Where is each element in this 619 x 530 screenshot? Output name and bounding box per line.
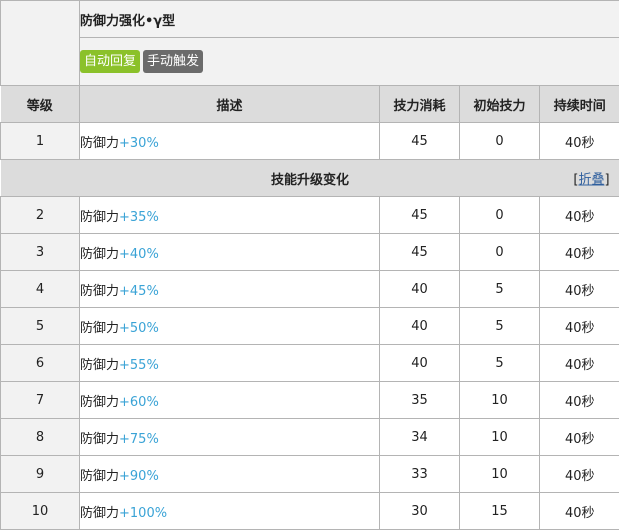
upgrade-section-title: 技能升级变化 [271, 172, 350, 188]
sp-cost-cell: 40 [379, 344, 460, 382]
skill-table: 防御力强化•γ型 自动回复 手动触发 等级 描述 技力消耗 初始技力 持续时间 1… [0, 0, 619, 530]
description-cell: 防御力+40% [79, 233, 380, 271]
description-prefix: 防御力 [80, 320, 120, 336]
description-prefix: 防御力 [80, 505, 120, 521]
corner-cell [0, 0, 80, 86]
initial-sp-cell: 5 [459, 307, 540, 345]
description-cell: 防御力+55% [79, 344, 380, 382]
description-cell: 防御力+100% [79, 492, 380, 530]
description-prefix: 防御力 [80, 431, 120, 447]
sp-cost-cell: 30 [379, 492, 460, 530]
sp-cost-cell: 40 [379, 270, 460, 308]
skill-tags: 自动回复 手动触发 [78, 37, 619, 86]
level-cell: 2 [0, 196, 80, 234]
description-prefix: 防御力 [80, 135, 120, 151]
sp-cost-cell: 40 [379, 307, 460, 345]
initial-sp-cell: 10 [459, 381, 540, 419]
initial-sp-cell: 10 [459, 455, 540, 493]
table-row: 10 防御力+100% 30 15 40秒 [0, 492, 619, 530]
description-value: +35% [119, 209, 159, 225]
skill-name: 防御力强化•γ型 [78, 0, 619, 38]
table-row: 5 防御力+50% 40 5 40秒 [0, 307, 619, 345]
column-header-initial-sp: 初始技力 [459, 85, 540, 123]
duration-cell: 40秒 [538, 344, 619, 382]
duration-cell: 40秒 [538, 122, 619, 160]
description-prefix: 防御力 [80, 468, 120, 484]
level-cell: 3 [0, 233, 80, 271]
initial-sp-cell: 15 [459, 492, 540, 530]
duration-cell: 40秒 [538, 270, 619, 308]
column-header-description: 描述 [79, 85, 380, 123]
table-row: 1 防御力+30% 45 0 40秒 [0, 122, 619, 160]
description-cell: 防御力+30% [79, 122, 380, 160]
duration-cell: 40秒 [538, 381, 619, 419]
table-row: 4 防御力+45% 40 5 40秒 [0, 270, 619, 308]
fold-bracket-close: ] [604, 172, 610, 188]
manual-trigger-tag: 手动触发 [143, 50, 204, 73]
auto-recovery-tag: 自动回复 [80, 50, 141, 73]
table-row: 9 防御力+90% 33 10 40秒 [0, 455, 619, 493]
sp-cost-cell: 35 [379, 381, 460, 419]
description-prefix: 防御力 [80, 246, 120, 262]
description-prefix: 防御力 [80, 357, 120, 373]
initial-sp-cell: 0 [459, 122, 540, 160]
sp-cost-cell: 45 [379, 122, 460, 160]
fold-control: [折叠] [573, 169, 609, 188]
description-cell: 防御力+35% [79, 196, 380, 234]
description-value: +30% [119, 135, 159, 151]
column-header-row: 等级 描述 技力消耗 初始技力 持续时间 [0, 85, 619, 123]
description-value: +100% [119, 505, 168, 521]
duration-cell: 40秒 [538, 418, 619, 456]
column-header-level: 等级 [0, 85, 80, 123]
description-value: +40% [119, 246, 159, 262]
sp-cost-cell: 33 [379, 455, 460, 493]
upgrade-section-cell: 技能升级变化 [折叠] [0, 159, 619, 197]
duration-cell: 40秒 [538, 233, 619, 271]
description-cell: 防御力+90% [79, 455, 380, 493]
duration-cell: 40秒 [538, 455, 619, 493]
initial-sp-cell: 5 [459, 270, 540, 308]
fold-link[interactable]: 折叠 [578, 173, 604, 188]
level-cell: 10 [0, 492, 80, 530]
table-row: 7 防御力+60% 35 10 40秒 [0, 381, 619, 419]
description-value: +75% [119, 431, 159, 447]
description-value: +45% [119, 283, 159, 299]
description-value: +55% [119, 357, 159, 373]
description-value: +60% [119, 394, 159, 410]
table-row: 6 防御力+55% 40 5 40秒 [0, 344, 619, 382]
description-prefix: 防御力 [80, 394, 120, 410]
initial-sp-cell: 0 [459, 196, 540, 234]
description-value: +90% [119, 468, 159, 484]
description-cell: 防御力+50% [79, 307, 380, 345]
initial-sp-cell: 10 [459, 418, 540, 456]
table-row: 3 防御力+40% 45 0 40秒 [0, 233, 619, 271]
level-cell: 7 [0, 381, 80, 419]
column-header-sp-cost: 技力消耗 [379, 85, 460, 123]
column-header-duration: 持续时间 [538, 85, 619, 123]
description-cell: 防御力+45% [79, 270, 380, 308]
description-cell: 防御力+60% [79, 381, 380, 419]
duration-cell: 40秒 [538, 492, 619, 530]
initial-sp-cell: 0 [459, 233, 540, 271]
table-row: 2 防御力+35% 45 0 40秒 [0, 196, 619, 234]
level-cell: 6 [0, 344, 80, 382]
duration-cell: 40秒 [538, 196, 619, 234]
description-value: +50% [119, 320, 159, 336]
description-prefix: 防御力 [80, 209, 120, 225]
level-cell: 8 [0, 418, 80, 456]
sp-cost-cell: 34 [379, 418, 460, 456]
sp-cost-cell: 45 [379, 233, 460, 271]
initial-sp-cell: 5 [459, 344, 540, 382]
description-prefix: 防御力 [80, 283, 120, 299]
upgrade-section-header: 技能升级变化 [折叠] [0, 159, 619, 197]
table-row: 8 防御力+75% 34 10 40秒 [0, 418, 619, 456]
sp-cost-cell: 45 [379, 196, 460, 234]
description-cell: 防御力+75% [79, 418, 380, 456]
level-cell: 5 [0, 307, 80, 345]
level-cell: 1 [0, 122, 80, 160]
duration-cell: 40秒 [538, 307, 619, 345]
level-cell: 9 [0, 455, 80, 493]
level-cell: 4 [0, 270, 80, 308]
